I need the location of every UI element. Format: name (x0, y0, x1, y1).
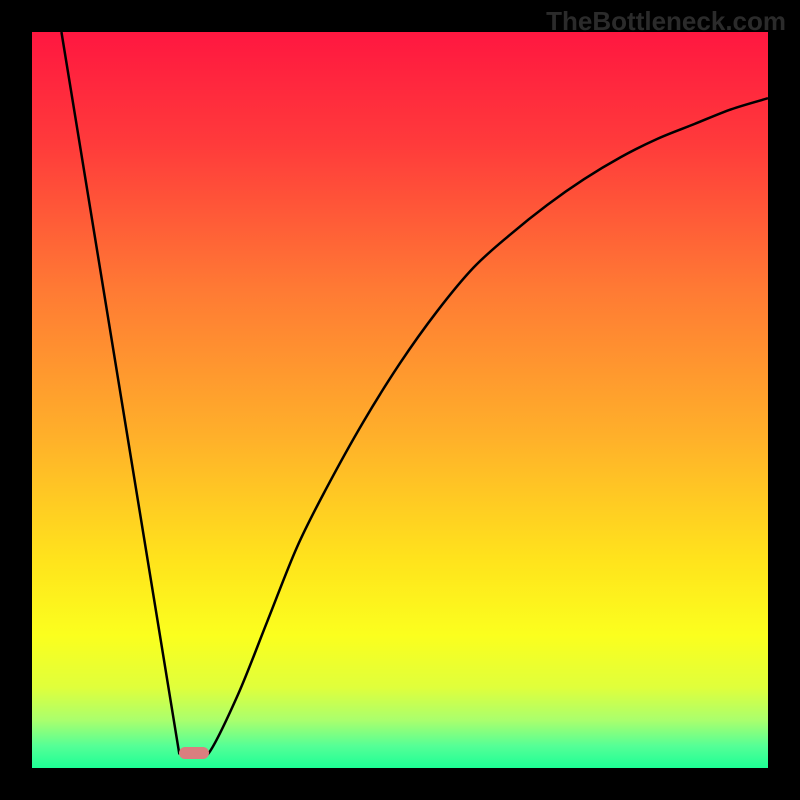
plot-svg (32, 32, 768, 768)
plot-area (32, 32, 768, 768)
minimum-marker (179, 747, 209, 759)
watermark-text: TheBottleneck.com (546, 6, 786, 37)
gradient-background (32, 32, 768, 768)
chart-frame: TheBottleneck.com (0, 0, 800, 800)
